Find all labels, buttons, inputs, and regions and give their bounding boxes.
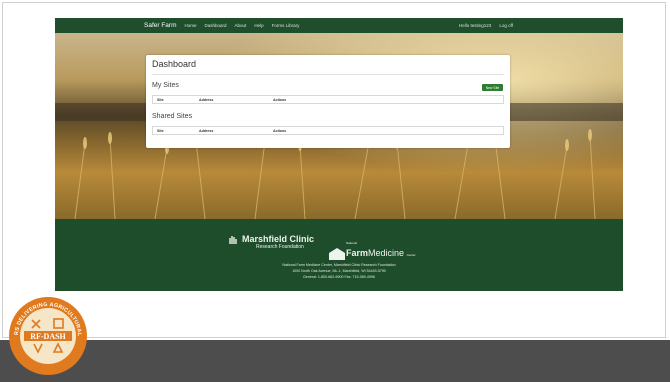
- footer-address-line-1: National Farm Medicine Center, Marshfiel…: [282, 263, 396, 267]
- nav-forms-library[interactable]: Forms Library: [272, 23, 300, 28]
- nfm-center: Center: [406, 253, 416, 257]
- column-actions: Actions: [273, 129, 287, 133]
- national-farm-medicine-logo[interactable]: National FarmMedicine Center: [329, 236, 416, 260]
- column-address[interactable]: Address: [199, 98, 213, 102]
- app-window: Safer Farm Home Dashboard About Help For…: [55, 18, 623, 291]
- footer-address-line-2: 1000 North Oak Avenue, ML-1, Marshfield,…: [292, 269, 386, 273]
- nfm-national: National: [346, 241, 358, 245]
- badge-center-text: RF-DASH: [30, 332, 66, 341]
- new-site-button[interactable]: New Site: [482, 84, 503, 91]
- nfm-farm: Farm: [346, 248, 369, 258]
- clinic-subtitle: Research Foundation: [256, 244, 304, 250]
- rf-dash-badge: RURAL FIREFIGHTERS DELIVERING AGRICULTUR…: [8, 296, 87, 375]
- brand-link[interactable]: Safer Farm: [144, 22, 177, 29]
- shared-sites-table-header: Site Address Actions: [152, 126, 504, 135]
- footer: Marshfield Clinic Research Foundation Na…: [55, 219, 623, 291]
- dashboard-panel: Dashboard My Sites New Site Site Address…: [146, 55, 510, 148]
- clinic-name: Marshfield Clinic: [242, 234, 315, 244]
- barn-icon: [329, 248, 345, 260]
- nav-user-area: Hello testing123 Log off: [451, 18, 513, 33]
- logout-link[interactable]: Log off: [499, 23, 513, 28]
- column-site[interactable]: Site: [157, 129, 164, 133]
- nav-home[interactable]: Home: [185, 23, 197, 28]
- page-title: Dashboard: [152, 59, 197, 69]
- column-site[interactable]: Site: [157, 98, 164, 102]
- nav-dashboard[interactable]: Dashboard: [205, 23, 227, 28]
- my-sites-table-header: Site Address Actions: [152, 95, 504, 104]
- column-address[interactable]: Address: [199, 129, 213, 133]
- nfm-medicine: Medicine: [368, 248, 405, 258]
- marshfield-clinic-icon: [229, 236, 237, 244]
- user-greeting-link[interactable]: Hello testing123: [459, 23, 491, 28]
- nav-about[interactable]: About: [235, 23, 247, 28]
- column-actions: Actions: [273, 98, 287, 102]
- footer-contact-line: General: 1-800-662-6900 Fax: 715-389-499…: [303, 275, 375, 279]
- navbar: Safer Farm Home Dashboard About Help For…: [55, 18, 623, 33]
- bottom-bar: [0, 340, 670, 382]
- my-sites-heading: My Sites: [152, 82, 179, 89]
- shared-sites-heading: Shared Sites: [152, 113, 193, 120]
- divider: [152, 74, 504, 75]
- nav-help[interactable]: Help: [254, 23, 263, 28]
- marshfield-clinic-logo[interactable]: Marshfield Clinic Research Foundation: [228, 235, 314, 251]
- wheat-field-background: Dashboard My Sites New Site Site Address…: [55, 33, 623, 219]
